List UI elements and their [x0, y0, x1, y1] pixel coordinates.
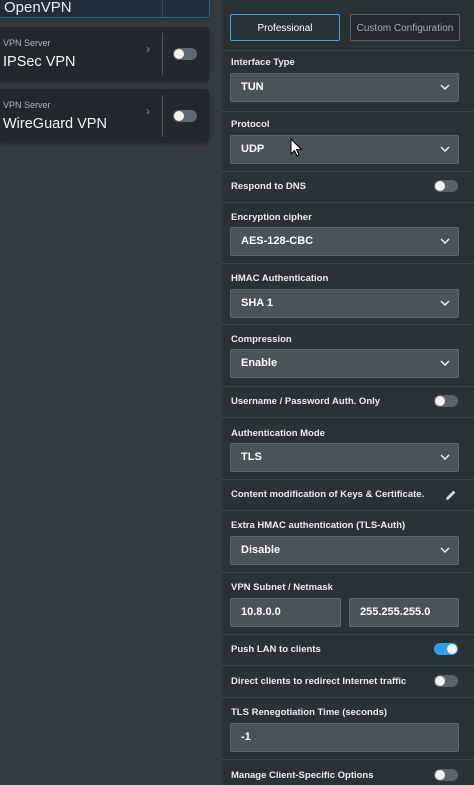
card-divider	[162, 0, 163, 17]
divider	[222, 510, 474, 511]
professional-button[interactable]: Professional	[230, 14, 340, 41]
divider	[222, 386, 474, 387]
ipsec-toggle[interactable]	[173, 48, 197, 60]
chevron-down-icon	[440, 537, 450, 564]
auth-mode-value: TLS	[241, 451, 262, 463]
hmac-select[interactable]: SHA 1	[230, 289, 459, 318]
compression-label: Compression	[231, 334, 292, 345]
redirect-label: Direct clients to redirect Internet traf…	[231, 676, 407, 687]
divider	[222, 759, 474, 760]
interface-type-label: Interface Type	[231, 57, 295, 68]
hmac-label: HMAC Authentication	[231, 273, 329, 284]
divider	[222, 417, 474, 418]
divider	[222, 263, 474, 264]
client-specific-label: Manage Client-Specific Options	[231, 770, 374, 781]
chevron-down-icon	[440, 74, 450, 101]
chevron-down-icon	[440, 444, 450, 471]
encryption-cipher-select[interactable]: AES-128-CBC	[230, 227, 459, 256]
push-lan-label: Push LAN to clients	[231, 644, 321, 655]
respond-dns-label: Respond to DNS	[231, 181, 306, 192]
auth-mode-select[interactable]: TLS	[230, 443, 459, 472]
tls-auth-select[interactable]: Disable	[230, 536, 459, 565]
auth-mode-label: Authentication Mode	[231, 428, 325, 439]
vpn-netmask-input[interactable]: 255.255.255.0	[349, 598, 459, 627]
vpn-card-title: OpenVPN	[4, 0, 72, 16]
divider	[222, 202, 474, 203]
vpn-card-title: IPSec VPN	[3, 54, 76, 70]
chevron-down-icon	[440, 136, 450, 163]
vpn-card-title: WireGuard VPN	[3, 116, 107, 132]
openvpn-settings-panel: Professional Custom Configuration Interf…	[222, 0, 474, 785]
respond-dns-toggle[interactable]	[434, 180, 458, 192]
encryption-cipher-label: Encryption cipher	[231, 212, 312, 223]
vpn-server-list: OpenVPN VPN Server IPSec VPN › VPN Serve…	[0, 0, 222, 785]
hmac-value: SHA 1	[241, 297, 273, 309]
vpn-subnet-label: VPN Subnet / Netmask	[231, 582, 333, 593]
custom-configuration-button[interactable]: Custom Configuration	[350, 14, 460, 41]
user-pass-only-label: Username / Password Auth. Only	[231, 396, 381, 407]
divider	[222, 665, 474, 666]
divider	[222, 50, 474, 51]
tls-auth-label: Extra HMAC authentication (TLS-Auth)	[231, 520, 406, 531]
vpn-card-wireguard[interactable]: VPN Server WireGuard VPN ›	[0, 89, 209, 143]
encryption-cipher-value: AES-128-CBC	[241, 235, 314, 247]
vpn-card-openvpn[interactable]: OpenVPN	[0, 0, 210, 18]
tls-auth-value: Disable	[241, 544, 281, 556]
redirect-toggle[interactable]	[434, 675, 458, 687]
tls-reneg-label: TLS Renegotiation Time (seconds)	[231, 707, 388, 718]
vpn-card-subtitle: VPN Server	[3, 38, 51, 48]
chevron-down-icon	[440, 228, 450, 255]
vpn-card-ipsec[interactable]: VPN Server IPSec VPN ›	[0, 27, 209, 81]
divider	[222, 324, 474, 325]
chevron-down-icon	[440, 350, 450, 377]
protocol-value: UDP	[241, 143, 265, 155]
push-lan-toggle[interactable]	[434, 643, 458, 655]
compression-select[interactable]: Enable	[230, 349, 459, 378]
divider	[222, 479, 474, 480]
content-mod-label: Content modification of Keys & Certifica…	[231, 489, 425, 500]
user-pass-only-toggle[interactable]	[434, 395, 458, 407]
divider	[222, 572, 474, 573]
compression-value: Enable	[241, 357, 278, 369]
mouse-cursor-icon	[290, 138, 303, 157]
card-divider	[162, 95, 163, 137]
edit-pencil-icon[interactable]	[445, 488, 457, 500]
client-specific-toggle[interactable]	[434, 769, 458, 781]
wireguard-toggle[interactable]	[173, 110, 197, 122]
vpn-card-subtitle: VPN Server	[3, 100, 51, 110]
vpn-subnet-input[interactable]: 10.8.0.0	[230, 598, 341, 627]
protocol-select[interactable]: UDP	[230, 135, 459, 164]
interface-type-value: TUN	[241, 81, 264, 93]
card-divider	[162, 33, 163, 75]
protocol-label: Protocol	[231, 119, 270, 130]
tls-reneg-input[interactable]: -1	[230, 723, 459, 752]
divider	[222, 697, 474, 698]
chevron-right-icon[interactable]: ›	[146, 104, 150, 118]
chevron-right-icon[interactable]: ›	[146, 42, 150, 56]
divider	[222, 634, 474, 635]
divider	[222, 171, 474, 172]
interface-type-select[interactable]: TUN	[230, 73, 459, 102]
chevron-down-icon	[440, 290, 450, 317]
divider	[222, 111, 474, 112]
